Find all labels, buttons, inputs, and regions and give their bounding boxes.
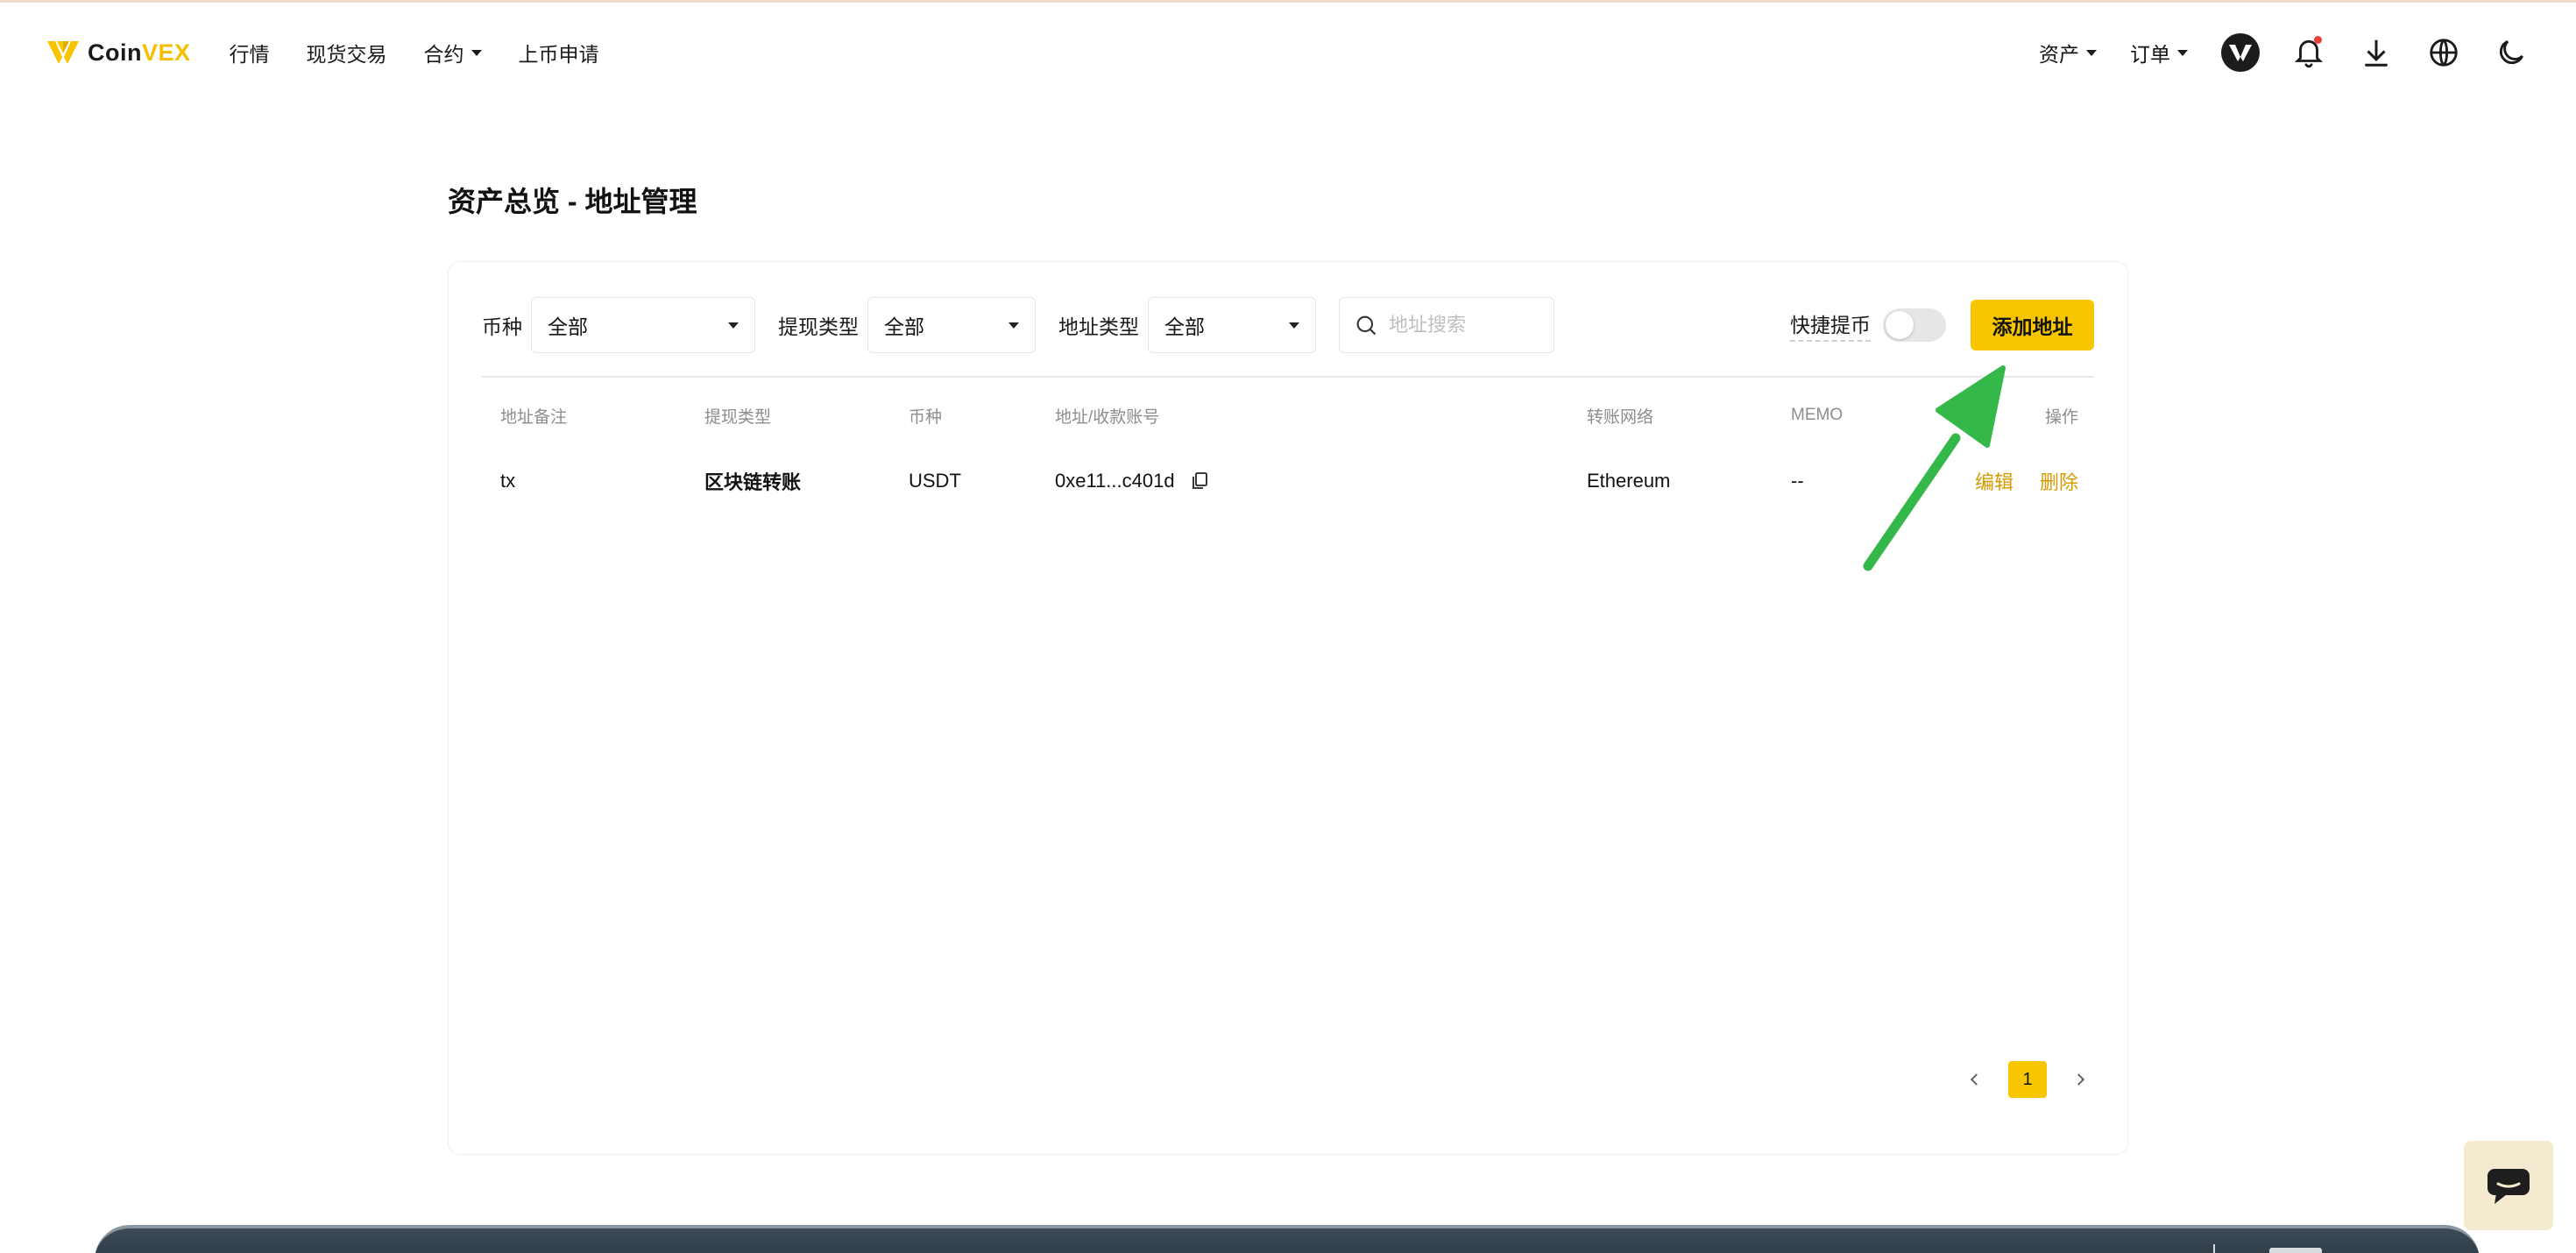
address-search-box[interactable] (1339, 297, 1554, 353)
page-number-current[interactable]: 1 (2008, 1061, 2047, 1098)
cell-coin: USDT (909, 470, 961, 492)
copy-icon[interactable] (1189, 471, 1210, 492)
address-type-filter-label: 地址类型 (1058, 315, 1139, 338)
top-header: CoinVEX 行情 现货交易 合约 上币申请 资产 订单 (0, 3, 2576, 103)
toggle-knob (1886, 311, 1914, 339)
chevron-left-icon (1970, 1073, 1978, 1086)
next-page-button[interactable] (2066, 1065, 2094, 1094)
header-note: 地址备注 (500, 407, 568, 427)
header-coin: 币种 (909, 407, 943, 427)
chevron-down-icon (1289, 322, 1299, 329)
cell-address: 0xe11...c401d (1055, 442, 1210, 520)
header-right: 资产 订单 (2039, 33, 2530, 72)
cell-note: tx (500, 470, 516, 492)
chevron-down-icon (471, 49, 482, 56)
nav-item-spot-trading[interactable]: 现货交易 (307, 38, 387, 67)
strip-marker (2213, 1244, 2215, 1253)
chevron-down-icon (2086, 49, 2097, 56)
orders-menu[interactable]: 订单 (2130, 38, 2188, 67)
brand-logo[interactable]: CoinVEX (46, 38, 191, 67)
delete-link[interactable]: 删除 (2040, 467, 2078, 495)
main-nav: 行情 现货交易 合约 上币申请 (230, 38, 636, 67)
filter-divider (482, 376, 2094, 378)
table-row: tx 区块链转账 USDT 0xe11...c401d Ethereum -- … (482, 442, 2094, 520)
address-text: 0xe11...c401d (1055, 470, 1175, 492)
assets-menu[interactable]: 资产 (2039, 38, 2097, 67)
chevron-right-icon (2077, 1073, 2085, 1086)
filter-bar: 币种 全部 提现类型 全部 地址类型 全部 快捷提币 添加地址 (482, 297, 2094, 353)
search-icon (1356, 315, 1376, 336)
avatar[interactable] (2221, 33, 2260, 72)
quick-withdraw-label: 快捷提币 (1790, 308, 1871, 342)
address-table: 地址备注 提现类型 币种 地址/收款账号 转账网络 MEMO 操作 tx 区块链… (482, 389, 2094, 520)
support-chat-button[interactable] (2464, 1141, 2553, 1230)
coin-filter-select[interactable]: 全部 (531, 297, 755, 353)
withdraw-type-filter-label: 提现类型 (778, 315, 859, 338)
header-address: 地址/收款账号 (1055, 407, 1160, 427)
address-type-filter-select[interactable]: 全部 (1148, 297, 1316, 353)
cell-network: Ethereum (1587, 470, 1671, 492)
nav-item-listing-application[interactable]: 上币申请 (519, 38, 599, 67)
globe-icon (2430, 39, 2458, 67)
cell-withdraw-type: 区块链转账 (704, 471, 802, 493)
brand-name: CoinVEX (88, 39, 191, 66)
strip-indicator (2269, 1248, 2322, 1253)
cell-memo: -- (1791, 470, 1804, 492)
download-button[interactable] (2357, 33, 2396, 72)
avatar-logo-icon (2229, 45, 2252, 61)
moon-icon (2499, 40, 2523, 65)
address-search-input[interactable] (1389, 314, 1538, 336)
header-withdraw-type: 提现类型 (704, 407, 772, 427)
nav-item-market[interactable]: 行情 (230, 38, 270, 67)
language-button[interactable] (2424, 33, 2463, 72)
quick-withdraw-toggle[interactable] (1883, 308, 1946, 342)
pagination: 1 (1961, 1061, 2094, 1098)
nav-item-contracts[interactable]: 合约 (424, 38, 482, 67)
chevron-down-icon (2177, 49, 2188, 56)
cell-actions: 编辑 删除 (1975, 442, 2078, 520)
address-management-card: 币种 全部 提现类型 全部 地址类型 全部 快捷提币 添加地址 (448, 261, 2128, 1155)
table-header-row: 地址备注 提现类型 币种 地址/收款账号 转账网络 MEMO 操作 (482, 389, 2094, 442)
add-address-button[interactable]: 添加地址 (1971, 300, 2094, 350)
header-network: 转账网络 (1587, 407, 1654, 427)
page-title: 资产总览 - 地址管理 (448, 186, 697, 217)
withdraw-type-filter-select[interactable]: 全部 (867, 297, 1036, 353)
theme-toggle-button[interactable] (2492, 33, 2530, 72)
chevron-down-icon (1008, 322, 1019, 329)
brand-logo-icon (47, 41, 79, 64)
chevron-down-icon (728, 322, 739, 329)
notification-dot (2314, 36, 2322, 44)
bottom-preview-strip (95, 1225, 2480, 1253)
chat-icon (2488, 1169, 2530, 1204)
coin-filter-label: 币种 (482, 315, 522, 338)
download-icon (2365, 39, 2388, 67)
header-action: 操作 (2044, 407, 2078, 427)
prev-page-button[interactable] (1961, 1065, 1989, 1094)
quick-withdraw-group: 快捷提币 添加地址 (1790, 300, 2094, 350)
notification-button[interactable] (2289, 33, 2328, 72)
header-memo: MEMO (1791, 406, 1844, 424)
edit-link[interactable]: 编辑 (1975, 467, 2013, 495)
